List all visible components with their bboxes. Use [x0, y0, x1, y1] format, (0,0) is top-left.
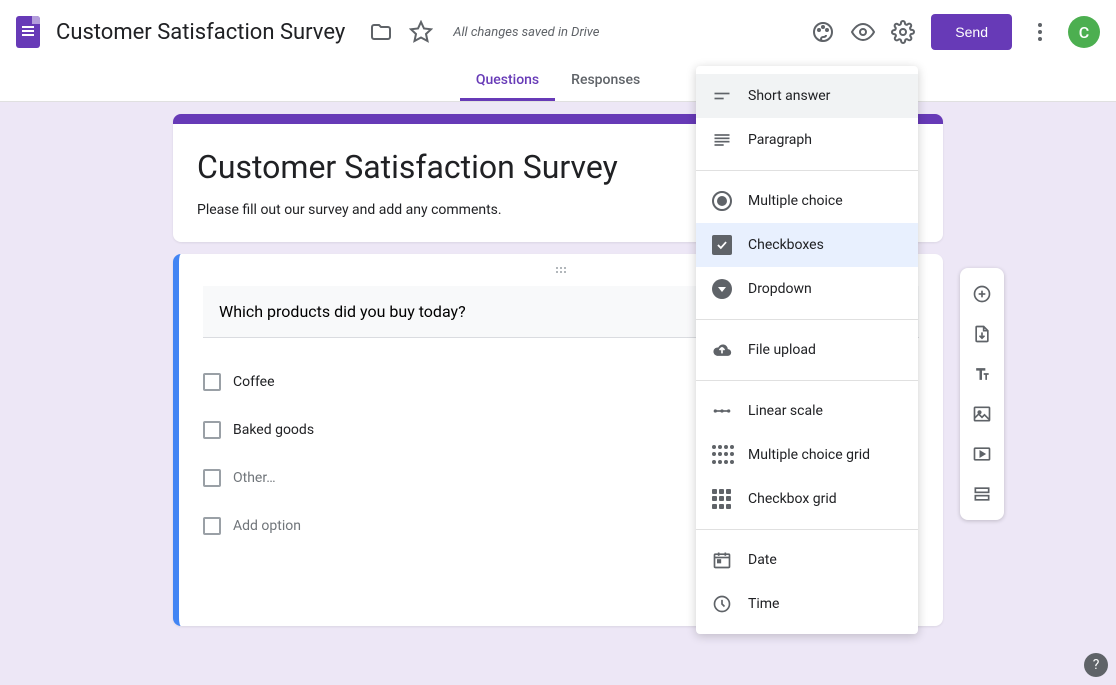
side-toolbar — [960, 268, 1004, 520]
app-header: Customer Satisfaction Survey All changes… — [0, 0, 1116, 64]
more-vert-icon — [1028, 20, 1052, 44]
drag-icon — [549, 267, 573, 273]
menu-item-mc-grid[interactable]: Multiple choice grid — [696, 433, 918, 477]
form-title-input[interactable]: Customer Satisfaction Survey — [56, 20, 345, 45]
import-questions-button[interactable] — [964, 316, 1000, 352]
paragraph-icon — [712, 130, 732, 150]
checkbox-icon — [203, 469, 221, 487]
menu-item-file-upload[interactable]: File upload — [696, 328, 918, 372]
radio-icon — [712, 191, 732, 211]
move-to-folder-button[interactable] — [361, 12, 401, 52]
checkbox-icon — [203, 517, 221, 535]
checkbox-icon — [203, 373, 221, 391]
calendar-icon — [712, 550, 732, 570]
menu-label: Dropdown — [748, 281, 812, 297]
image-icon — [972, 404, 992, 424]
gear-icon — [891, 20, 915, 44]
clock-icon — [712, 594, 732, 614]
option-text[interactable]: Coffee — [233, 374, 275, 390]
menu-label: Multiple choice grid — [748, 447, 870, 463]
add-title-button[interactable] — [964, 356, 1000, 392]
menu-label: Multiple choice — [748, 193, 843, 209]
question-type-menu: Short answer Paragraph Multiple choice C… — [696, 66, 918, 634]
menu-item-dropdown[interactable]: Dropdown — [696, 267, 918, 311]
import-icon — [972, 324, 992, 344]
checkbox-icon — [712, 235, 732, 255]
add-circle-icon — [972, 284, 992, 304]
text-icon — [972, 364, 992, 384]
avatar[interactable]: C — [1068, 16, 1100, 48]
tab-questions[interactable]: Questions — [460, 64, 555, 101]
menu-divider — [696, 319, 918, 320]
option-text[interactable]: Baked goods — [233, 422, 314, 438]
menu-label: Date — [748, 552, 777, 568]
option-other-label: Other… — [233, 470, 276, 486]
customize-theme-button[interactable] — [803, 12, 843, 52]
help-button[interactable]: ? — [1084, 653, 1108, 677]
forms-logo-icon[interactable] — [16, 16, 40, 48]
short-answer-icon — [712, 86, 732, 106]
add-image-button[interactable] — [964, 396, 1000, 432]
main-area: Customer Satisfaction Survey Please fill… — [0, 102, 1116, 685]
menu-item-short-answer[interactable]: Short answer — [696, 74, 918, 118]
linear-scale-icon — [712, 401, 732, 421]
star-button[interactable] — [401, 12, 441, 52]
menu-divider — [696, 529, 918, 530]
menu-item-cb-grid[interactable]: Checkbox grid — [696, 477, 918, 521]
menu-label: Paragraph — [748, 132, 812, 148]
menu-divider — [696, 170, 918, 171]
add-option-label: Add option — [233, 518, 301, 534]
menu-label: Short answer — [748, 88, 830, 104]
cb-grid-icon — [712, 489, 732, 509]
menu-divider — [696, 380, 918, 381]
tabs: Questions Responses — [0, 64, 1116, 102]
star-icon — [409, 20, 433, 44]
eye-icon — [851, 20, 875, 44]
checkbox-icon — [203, 421, 221, 439]
palette-icon — [811, 20, 835, 44]
menu-label: File upload — [748, 342, 816, 358]
save-status: All changes saved in Drive — [453, 25, 599, 40]
menu-item-date[interactable]: Date — [696, 538, 918, 582]
add-section-button[interactable] — [964, 476, 1000, 512]
menu-item-paragraph[interactable]: Paragraph — [696, 118, 918, 162]
add-question-button[interactable] — [964, 276, 1000, 312]
menu-item-time[interactable]: Time — [696, 582, 918, 626]
mc-grid-icon — [712, 445, 732, 465]
menu-item-linear-scale[interactable]: Linear scale — [696, 389, 918, 433]
dropdown-icon — [712, 279, 732, 299]
cloud-upload-icon — [712, 340, 732, 360]
menu-label: Checkboxes — [748, 237, 824, 253]
add-video-button[interactable] — [964, 436, 1000, 472]
menu-label: Checkbox grid — [748, 491, 837, 507]
preview-button[interactable] — [843, 12, 883, 52]
section-icon — [972, 484, 992, 504]
settings-button[interactable] — [883, 12, 923, 52]
tab-responses[interactable]: Responses — [555, 64, 656, 101]
send-button[interactable]: Send — [931, 14, 1012, 50]
menu-label: Linear scale — [748, 403, 823, 419]
menu-label: Time — [748, 596, 779, 612]
menu-item-checkboxes[interactable]: Checkboxes — [696, 223, 918, 267]
more-options-button[interactable] — [1020, 12, 1060, 52]
video-icon — [972, 444, 992, 464]
menu-item-multiple-choice[interactable]: Multiple choice — [696, 179, 918, 223]
folder-icon — [369, 20, 393, 44]
